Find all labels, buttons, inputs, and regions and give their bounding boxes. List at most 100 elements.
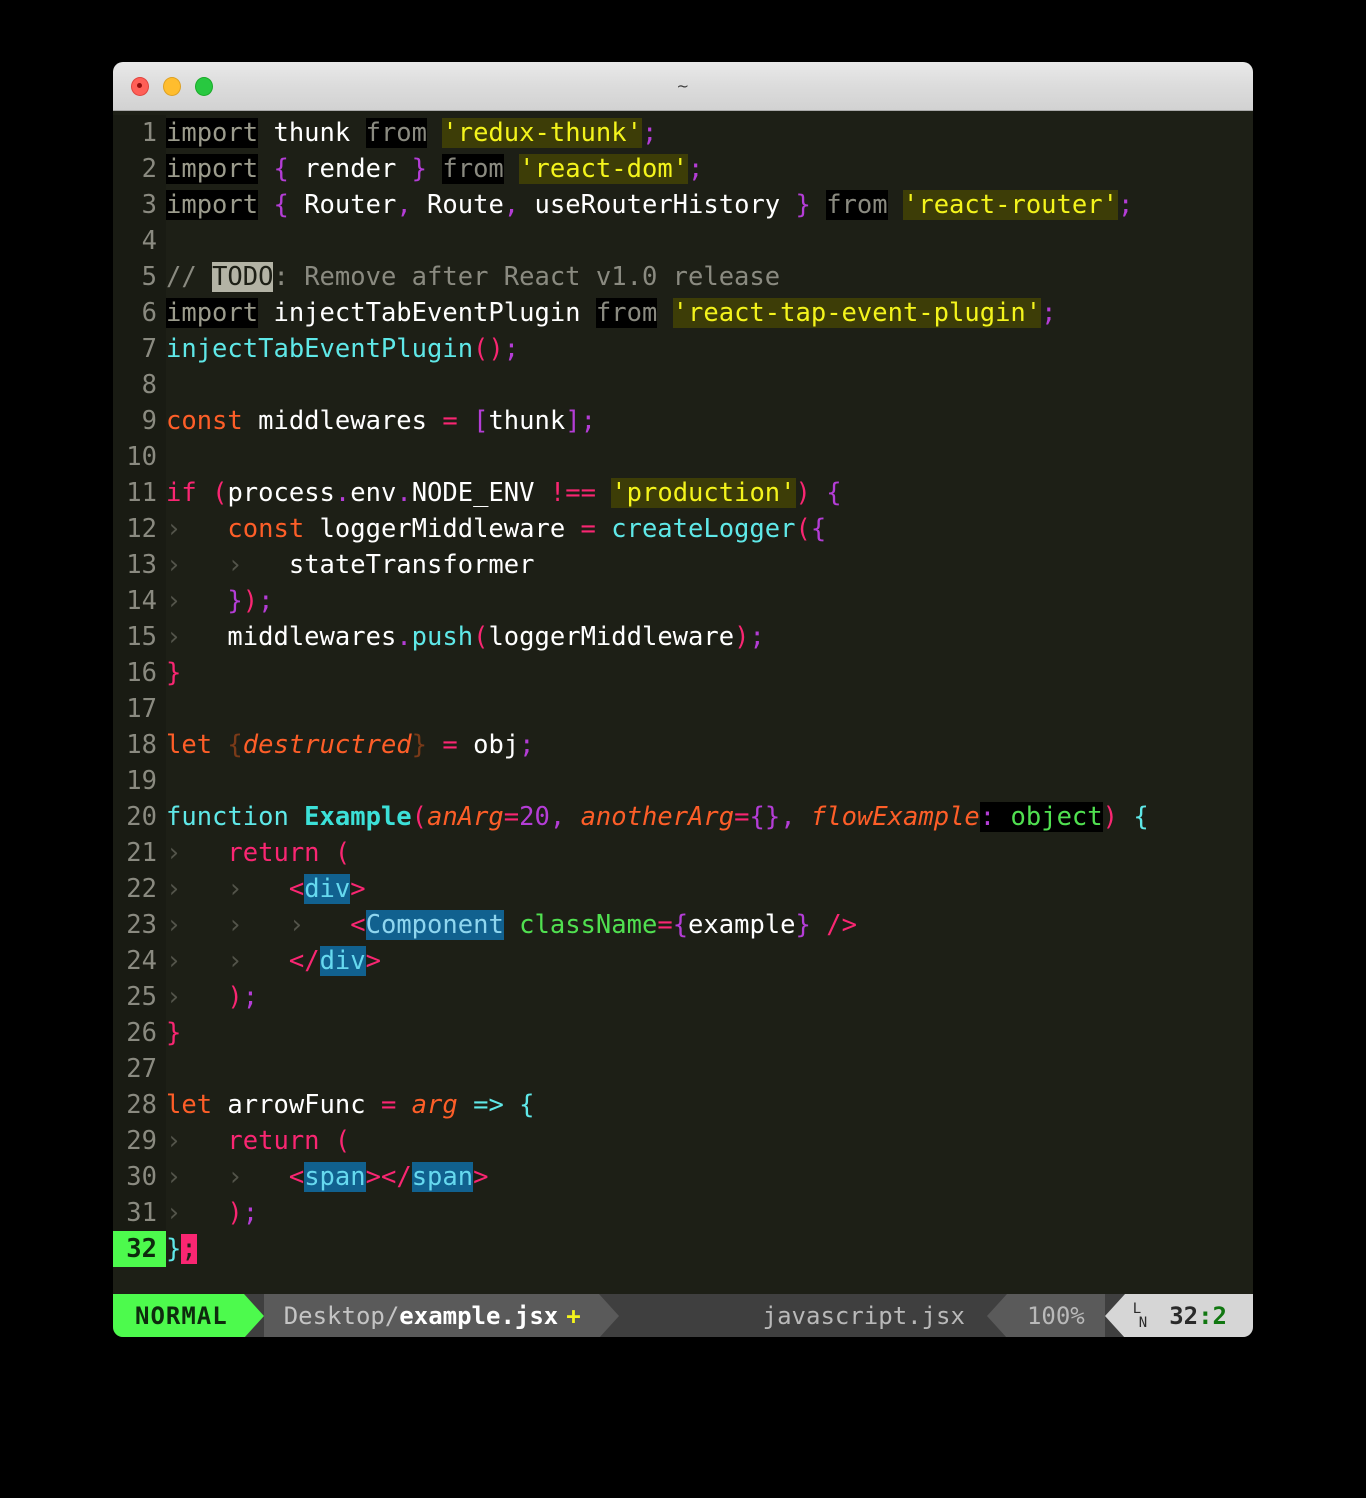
minimize-button-icon[interactable] <box>163 76 181 96</box>
code-line[interactable]: 28 let arrowFunc = arg => { <box>113 1087 1253 1123</box>
indent-guide-icon: › <box>166 550 182 580</box>
code-editor[interactable]: 1 import thunk from 'redux-thunk'; 2 imp… <box>113 111 1253 1337</box>
token-punct: ; <box>242 982 259 1012</box>
code-line[interactable]: 29 › return ( <box>113 1123 1253 1159</box>
code-line[interactable]: 6 import injectTabEventPlugin from 'reac… <box>113 295 1253 331</box>
indent-guide-icon: › <box>166 514 182 544</box>
status-filler <box>618 1294 753 1337</box>
status-position-value: 32:2 <box>1169 1302 1227 1330</box>
line-content: injectTabEventPlugin(); <box>166 331 1253 367</box>
token-punct: /> <box>810 910 857 940</box>
line-number: 13 <box>113 547 166 583</box>
token-punct: </ <box>288 946 320 976</box>
token-identifier: loggerMiddleware <box>304 514 581 544</box>
line-number: 24 <box>113 943 166 979</box>
code-line[interactable]: 8 <box>113 367 1253 403</box>
status-position: L N 32:2 <box>1124 1294 1253 1337</box>
code-line[interactable]: 27 <box>113 1051 1253 1087</box>
line-content: › › stateTransformer <box>166 547 1253 583</box>
line-content: import thunk from 'redux-thunk'; <box>166 115 1253 151</box>
maximize-button-icon[interactable] <box>195 76 213 96</box>
code-line[interactable]: 31 › ); <box>113 1195 1253 1231</box>
line-number: 2 <box>113 151 166 187</box>
code-line[interactable]: 23 › › › <Component className={example} … <box>113 907 1253 943</box>
window-titlebar[interactable]: ~ <box>113 62 1253 111</box>
status-file-name: example.jsx <box>399 1302 559 1330</box>
line-content: › › › <Component className={example} /> <box>166 907 1253 943</box>
line-number: 1 <box>113 115 166 151</box>
indent-guide-icon: › <box>166 946 182 976</box>
code-line[interactable]: 14 › }); <box>113 583 1253 619</box>
token-punct: ; <box>749 622 765 652</box>
token-string: 'react-router' <box>903 190 1118 220</box>
code-line[interactable]: 15 › middlewares.push(loggerMiddleware); <box>113 619 1253 655</box>
token-identifier: NODE_ENV <box>411 478 535 508</box>
code-line[interactable]: 18 let {destructred} = obj; <box>113 727 1253 763</box>
code-line[interactable]: 24 › › </div> <box>113 943 1253 979</box>
code-line[interactable]: 9 const middlewares = [thunk]; <box>113 403 1253 439</box>
indent-guide-icon: › <box>166 874 182 904</box>
token-type: object <box>995 802 1103 832</box>
token-punct: > <box>473 1162 489 1192</box>
token-comment: : Remove after React v1.0 release <box>273 262 781 292</box>
line-content: › }); <box>166 583 1253 619</box>
token-operator: => <box>457 1090 520 1120</box>
code-line[interactable]: 10 <box>113 439 1253 475</box>
code-line[interactable]: 22 › › <div> <box>113 871 1253 907</box>
status-modified-flag: + <box>566 1302 581 1330</box>
status-line: 32 <box>1169 1302 1199 1330</box>
line-number: 5 <box>113 259 166 295</box>
token-punct: < <box>288 874 305 904</box>
token-keyword: return <box>227 838 320 868</box>
close-button-icon[interactable] <box>131 76 149 96</box>
code-line[interactable]: 12 › const loggerMiddleware = createLogg… <box>113 511 1253 547</box>
token-todo: TODO <box>212 262 274 292</box>
code-line[interactable]: 19 <box>113 763 1253 799</box>
line-content: › › <span></span> <box>166 1159 1253 1195</box>
code-line[interactable]: 4 <box>113 223 1253 259</box>
status-file-path[interactable]: Desktop/example.jsx + <box>263 1294 599 1337</box>
token-punct: ( <box>319 838 351 868</box>
token-parameter: flowExample <box>810 802 980 832</box>
code-line[interactable]: 1 import thunk from 'redux-thunk'; <box>113 115 1253 151</box>
code-line[interactable]: 2 import { render } from 'react-dom'; <box>113 151 1253 187</box>
status-scroll-percent: 100% <box>1006 1294 1105 1337</box>
token-number: 20 <box>519 802 550 832</box>
code-line[interactable]: 5 // TODO: Remove after React v1.0 relea… <box>113 259 1253 295</box>
line-content: if (process.env.NODE_ENV !== 'production… <box>166 475 1253 511</box>
code-line[interactable]: 17 <box>113 691 1253 727</box>
token-punct: ( <box>196 478 228 508</box>
indent-guide-icon: › <box>166 910 182 940</box>
code-line[interactable]: 25 › ); <box>113 979 1253 1015</box>
token-function: Example <box>288 802 412 832</box>
token-punct: { <box>519 1090 535 1120</box>
token-punct: } <box>166 658 182 688</box>
code-line[interactable]: 26 } <box>113 1015 1253 1051</box>
code-line[interactable]: 7 injectTabEventPlugin(); <box>113 331 1253 367</box>
code-line[interactable]: 3 import { Router, Route, useRouterHisto… <box>113 187 1253 223</box>
token-identifier: arrowFunc <box>212 1090 381 1120</box>
code-line-current[interactable]: 32 }; <box>113 1231 1253 1267</box>
token-punct: . <box>396 622 412 652</box>
code-line[interactable]: 13 › › stateTransformer <box>113 547 1253 583</box>
code-line[interactable]: 20 function Example(anArg=20, anotherArg… <box>113 799 1253 835</box>
line-content: › › <div> <box>166 871 1253 907</box>
token-punct: ; <box>580 406 596 436</box>
token-string: 'react-dom' <box>519 154 689 184</box>
code-line[interactable]: 11 if (process.env.NODE_ENV !== 'product… <box>113 475 1253 511</box>
code-line[interactable]: 16 } <box>113 655 1253 691</box>
code-line[interactable]: 30 › › <span></span> <box>113 1159 1253 1195</box>
token-jsx-tag: div <box>319 946 366 976</box>
indent-guide-icon: › <box>227 874 243 904</box>
token-punct: . <box>334 478 351 508</box>
line-number: 28 <box>113 1087 166 1123</box>
code-line[interactable]: 21 › return ( <box>113 835 1253 871</box>
token-parameter: anArg <box>427 802 504 832</box>
token-keyword: from <box>826 190 888 220</box>
